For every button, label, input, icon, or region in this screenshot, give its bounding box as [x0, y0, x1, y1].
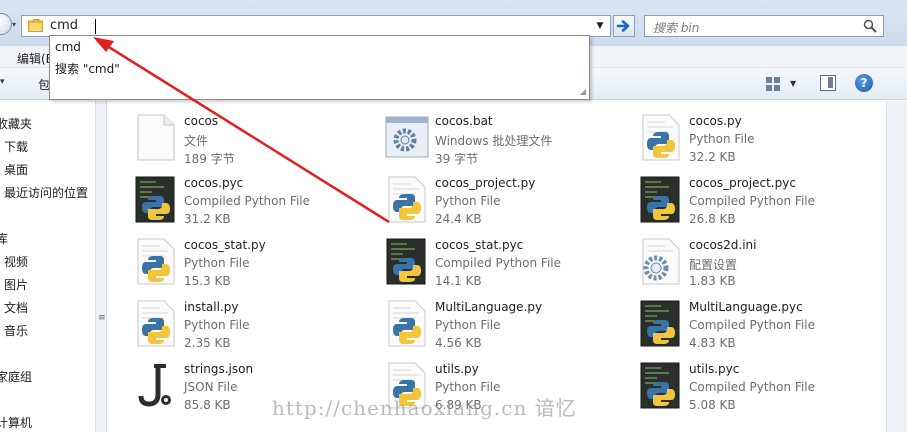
watermark-text: http://chenhaoxiang.cn 谙忆 [272, 396, 577, 420]
file-size: 85.8 KB [184, 398, 231, 412]
nav-pictures[interactable]: 图片 [4, 276, 28, 293]
nav-documents[interactable]: 文档 [4, 299, 28, 316]
organize-dropdown-icon[interactable]: ▾ [0, 77, 5, 87]
python-file-icon [388, 300, 426, 347]
file-size: 1.83 KB [689, 274, 736, 288]
file-name: utils.py [435, 362, 479, 376]
file-size: 4.83 KB [689, 336, 736, 350]
back-button[interactable] [0, 13, 12, 35]
file-size: 14.1 KB [435, 274, 482, 288]
file-name: cocos2d.ini [689, 238, 757, 252]
file-type: Python File [184, 256, 250, 270]
search-icon[interactable] [863, 19, 877, 33]
navigation-scrollbar[interactable]: ≡ [95, 101, 107, 432]
nav-libraries[interactable]: 库 [0, 230, 8, 247]
file-size: 15.3 KB [184, 274, 231, 288]
autocomplete-item-cmd[interactable]: cmd [55, 40, 81, 54]
file-name: cocos_project.pyc [689, 176, 796, 190]
address-autocomplete: cmd 搜索 "cmd" ◢ [49, 35, 590, 100]
compiled-python-icon [640, 176, 680, 223]
nav-favorites[interactable]: 收藏夹 [0, 115, 32, 132]
preview-pane-icon[interactable] [820, 75, 836, 91]
file-type: Python File [184, 318, 250, 332]
file-size: 5.08 KB [689, 398, 736, 412]
file-size: 189 字节 [184, 152, 235, 166]
file-type: 配置设置 [689, 258, 738, 272]
content-scrollbar[interactable] [886, 101, 907, 432]
compiled-python-icon [386, 238, 426, 285]
file-size: 24.4 KB [435, 212, 482, 226]
nav-homegroup[interactable]: 家庭组 [0, 368, 32, 385]
nav-desktop[interactable]: 桌面 [4, 161, 28, 178]
explorer-window: ▾ cmd ▼ 搜索 bin 编辑(E) ▾ 包 ▼ ? 收藏夹 下载 桌面 最… [0, 0, 907, 432]
address-dropdown-icon[interactable]: ▼ [592, 17, 608, 35]
file-type: Compiled Python File [689, 194, 815, 208]
python-file-icon [388, 176, 426, 223]
file-type: Windows 批处理文件 [435, 134, 553, 148]
help-icon[interactable]: ? [855, 74, 873, 92]
file-name: MultiLanguage.py [435, 300, 543, 314]
scrollbar-grip-icon[interactable]: ≡ [98, 313, 106, 323]
python-file-icon [137, 300, 175, 347]
file-size: 32.2 KB [689, 150, 736, 164]
file-type: Compiled Python File [689, 318, 815, 332]
json-file-icon [138, 364, 171, 407]
compiled-python-icon [640, 362, 680, 409]
file-name: install.py [184, 300, 239, 314]
file-name: cocos_stat.py [184, 238, 266, 252]
address-input[interactable]: cmd [50, 18, 78, 33]
file-name: cocos.pyc [184, 176, 244, 190]
go-arrow-icon [616, 20, 630, 32]
history-dropdown-icon[interactable]: ▾ [12, 20, 16, 29]
file-type: Compiled Python File [435, 256, 561, 270]
folder-icon [28, 19, 43, 32]
file-name: cocos.bat [435, 114, 493, 128]
batch-file-icon [385, 116, 429, 158]
file-name: utils.pyc [689, 362, 740, 376]
change-view-icon[interactable] [764, 75, 782, 93]
search-box[interactable]: 搜索 bin [644, 15, 884, 37]
file-name: cocos_stat.pyc [435, 238, 524, 252]
go-button[interactable] [613, 15, 635, 37]
nav-recent-places[interactable]: 最近访问的位置 [4, 184, 88, 201]
python-file-icon [137, 238, 175, 285]
autocomplete-item-search[interactable]: 搜索 "cmd" [55, 60, 120, 77]
nav-videos[interactable]: 视频 [4, 253, 28, 270]
file-name: cocos [184, 114, 219, 128]
view-dropdown-icon[interactable]: ▼ [790, 79, 796, 88]
search-input[interactable]: 搜索 bin [653, 19, 699, 36]
config-file-icon [642, 238, 680, 285]
file-list: cocos 文件 189 字节 cocos.bat Windows 批处理文件 … [108, 101, 885, 432]
nav-computer[interactable]: 计算机 [0, 414, 32, 431]
file-name: cocos.py [689, 114, 742, 128]
file-type: Compiled Python File [689, 380, 815, 394]
compiled-python-icon [135, 176, 175, 223]
nav-downloads[interactable]: 下载 [4, 138, 28, 155]
file-type: JSON File [184, 380, 238, 394]
address-bar[interactable]: cmd ▼ [21, 15, 611, 37]
file-size: 31.2 KB [184, 212, 231, 226]
file-type: Python File [689, 132, 755, 146]
python-file-icon [642, 114, 680, 161]
file-size: 4.56 KB [435, 336, 482, 350]
file-type: Compiled Python File [184, 194, 310, 208]
file-name: cocos_project.py [435, 176, 536, 190]
file-type: Python File [435, 318, 501, 332]
file-size: 26.8 KB [689, 212, 736, 226]
file-name: strings.json [184, 362, 254, 376]
text-caret [95, 19, 96, 34]
file-type: 文件 [184, 134, 209, 148]
navigation-pane: 收藏夹 下载 桌面 最近访问的位置 库 视频 图片 文档 音乐 家庭组 计算机 [0, 101, 95, 432]
compiled-python-icon [640, 300, 680, 347]
file-name: MultiLanguage.pyc [689, 300, 803, 314]
nav-music[interactable]: 音乐 [4, 322, 28, 339]
resize-grip-icon[interactable]: ◢ [580, 87, 586, 96]
blank-file-icon [137, 114, 175, 161]
file-type: Python File [435, 194, 501, 208]
file-size: 39 字节 [435, 152, 479, 166]
file-size: 2.35 KB [184, 336, 231, 350]
